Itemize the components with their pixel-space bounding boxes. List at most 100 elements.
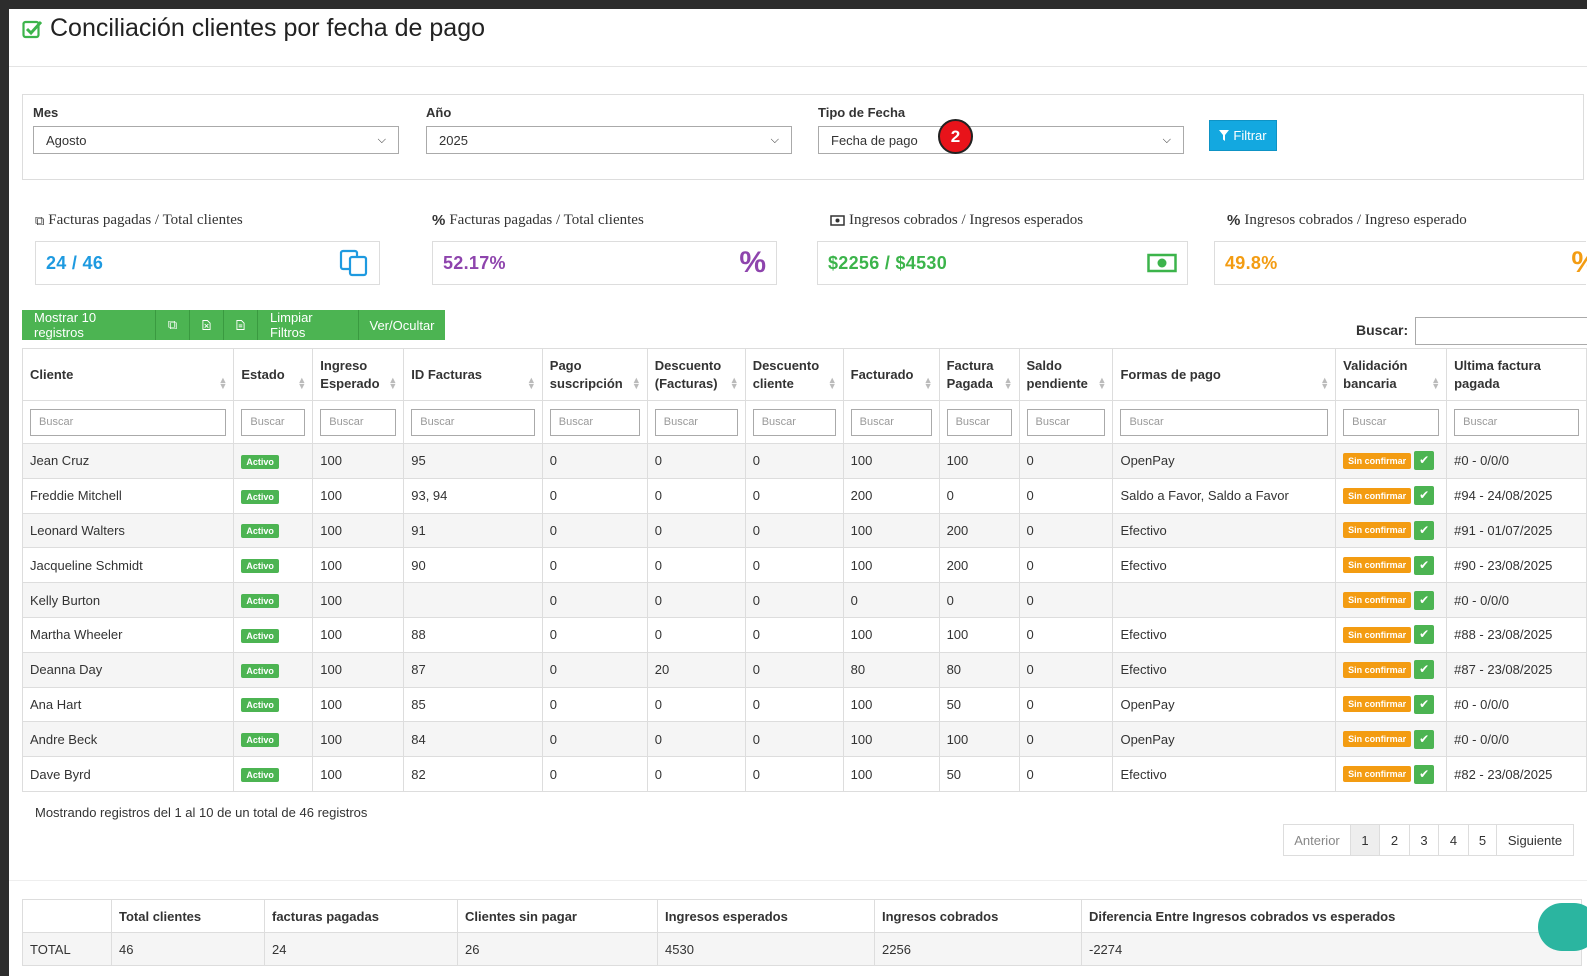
anio-select[interactable]: 2025 ⌵ — [426, 126, 792, 154]
tipo-fecha-label: Tipo de Fecha — [818, 105, 906, 120]
column-header[interactable]: ID Facturas ▲ ▼ — [403, 348, 543, 401]
invoice-ids-cell — [403, 582, 543, 618]
column-filter-cell: Buscar — [744, 400, 844, 444]
pagination-page[interactable]: 2 — [1380, 825, 1410, 855]
column-filter-input[interactable]: Buscar — [850, 408, 932, 436]
pagination-page[interactable]: 5 — [1469, 825, 1497, 855]
table-row[interactable]: Deanna Day Activo 100 87 0 20 0 80 80 0 Efectivo Si… — [21, 651, 1587, 688]
confirm-check-icon[interactable]: ✔ — [1414, 625, 1435, 645]
copy-icon — [339, 249, 368, 277]
column-header[interactable]: Formas de pago ▲ ▼ — [1112, 348, 1337, 401]
copy-button[interactable]: ⧉ — [156, 310, 190, 340]
pagination-page[interactable]: 1 — [1351, 825, 1380, 855]
column-header[interactable]: Descuento cliente ▲ ▼ — [744, 348, 844, 401]
invoice-discount-cell: 0 — [646, 582, 746, 618]
column-header-label: Ultima factura pagada — [1454, 357, 1541, 391]
show-records-button[interactable]: Mostrar 10 registros — [22, 310, 156, 340]
confirm-check-icon[interactable]: ✔ — [1414, 520, 1435, 540]
pagination-prev[interactable]: Anterior — [1284, 825, 1351, 855]
column-filter-input[interactable]: Buscar — [1454, 408, 1579, 436]
invoice-discount-cell: 0 — [646, 477, 746, 514]
table-row[interactable]: Jean Cruz Activo 100 95 0 0 0 100 100 0 OpenPay Sin… — [21, 443, 1587, 479]
clients-table: Cliente ▲ ▼ Estado ▲ ▼ Ingreso Esperado ▲ ▼ ID Fa… — [21, 348, 1587, 792]
column-header[interactable]: Factura Pagada ▲ ▼ — [938, 348, 1020, 401]
subscription-payment-cell: 0 — [541, 616, 648, 653]
bank-validation-cell: Sin confirmar ✔ — [1335, 547, 1448, 584]
table-row[interactable]: Martha Wheeler Activo 100 88 0 0 0 100 100 0 Efect… — [21, 616, 1587, 653]
column-filter-input[interactable]: Buscar — [752, 408, 836, 436]
mes-select[interactable]: Agosto ⌵ — [33, 126, 399, 154]
column-header[interactable]: Facturado ▲ ▼ — [842, 348, 940, 401]
pagination: Anterior 1 2 3 4 5 Siguiente — [1283, 824, 1574, 856]
invoice-ids-cell: 93, 94 — [403, 477, 543, 514]
subscription-payment-cell: 0 — [541, 651, 648, 688]
column-filter-input[interactable]: Buscar — [241, 408, 306, 436]
table-row[interactable]: Dave Byrd Activo 100 82 0 0 0 100 50 0 Efectivo Sin… — [21, 756, 1587, 792]
table-row[interactable]: Andre Beck Activo 100 84 0 0 0 100 100 0 OpenPay Si… — [21, 721, 1587, 758]
invoice-discount-cell: 0 — [646, 616, 746, 653]
totals-header: facturas pagadas — [264, 899, 458, 933]
bank-validation-cell: Sin confirmar ✔ — [1335, 686, 1448, 723]
column-header[interactable]: Validación bancaria ▲ ▼ — [1335, 348, 1448, 401]
search-label: Buscar: — [1356, 322, 1409, 338]
table-row[interactable]: Freddie Mitchell Activo 100 93, 94 0 0 0 200 0 0 S… — [21, 477, 1587, 514]
pagination-page[interactable]: 3 — [1410, 825, 1439, 855]
column-header[interactable]: Estado ▲ ▼ — [233, 348, 314, 401]
stat-paid-invoices-value: 24 / 46 — [46, 252, 104, 273]
column-header[interactable]: Saldo pendiente ▲ ▼ — [1018, 348, 1114, 401]
sort-icon: ▲ ▼ — [729, 375, 739, 391]
status-badge: Activo — [241, 524, 279, 539]
search-input[interactable] — [1415, 317, 1587, 345]
window-top-bar — [0, 0, 1587, 9]
column-filter-input[interactable]: Buscar — [30, 408, 227, 436]
confirm-check-icon[interactable]: ✔ — [1414, 590, 1435, 610]
column-filter-input[interactable]: Buscar — [320, 408, 397, 436]
confirm-check-icon[interactable]: ✔ — [1414, 729, 1435, 749]
expected-income-cell: 100 — [312, 582, 405, 618]
confirm-check-icon[interactable]: ✔ — [1414, 555, 1435, 575]
stat-income-box: $2256 / $4530 — [817, 241, 1188, 285]
page-title-text: Conciliación clientes por fecha de pago — [50, 14, 485, 42]
pagination-next[interactable]: Siguiente — [1497, 825, 1573, 855]
confirm-check-icon[interactable]: ✔ — [1414, 694, 1435, 714]
column-header[interactable]: Ultima factura pagada — [1446, 348, 1587, 401]
status-cell: Activo — [233, 651, 314, 688]
status-cell: Activo — [233, 686, 314, 723]
pagination-page[interactable]: 4 — [1439, 825, 1469, 855]
column-filter-input[interactable]: Buscar — [654, 408, 738, 436]
confirm-check-icon[interactable]: ✔ — [1414, 660, 1435, 680]
window-left-bar — [0, 0, 9, 976]
csv-button[interactable] — [224, 310, 258, 340]
table-row[interactable]: Kelly Burton Activo 100 0 0 0 0 0 0 Sin confirmar… — [21, 582, 1587, 618]
confirm-check-icon[interactable]: ✔ — [1414, 764, 1435, 784]
column-filter-input[interactable]: Buscar — [1343, 408, 1440, 436]
excel-button[interactable] — [190, 310, 224, 340]
filter-button[interactable]: Filtrar — [1209, 120, 1277, 151]
payment-methods-cell: Saldo a Favor, Saldo a Favor — [1112, 477, 1337, 514]
column-filter-input[interactable]: Buscar — [1120, 408, 1329, 436]
unconfirmed-badge: Sin confirmar — [1343, 452, 1412, 469]
chat-widget-button[interactable] — [1538, 903, 1587, 951]
confirm-check-icon[interactable]: ✔ — [1414, 486, 1435, 506]
bank-validation-cell: Sin confirmar ✔ — [1335, 651, 1448, 688]
column-header[interactable]: Descuento (Facturas) ▲ ▼ — [646, 348, 746, 401]
column-header[interactable]: Pago suscripción ▲ ▼ — [541, 348, 648, 401]
column-filter-input[interactable]: Buscar — [411, 408, 535, 436]
clear-filters-button[interactable]: Limpiar Filtros — [258, 310, 359, 340]
stat-label-text: Ingresos cobrados / Ingreso esperado — [1244, 212, 1467, 228]
billed-cell: 100 — [842, 721, 940, 758]
column-filter-input[interactable]: Buscar — [549, 408, 640, 436]
billed-cell: 200 — [842, 477, 940, 514]
table-row[interactable]: Leonard Walters Activo 100 91 0 0 0 100 200 0 Efec… — [21, 512, 1587, 549]
table-row[interactable]: Ana Hart Activo 100 85 0 0 0 100 50 0 OpenPay Sin c… — [21, 686, 1587, 723]
column-filter-input[interactable]: Buscar — [946, 408, 1012, 436]
column-header[interactable]: Cliente ▲ ▼ — [21, 348, 235, 401]
column-filter-input[interactable]: Buscar — [1026, 408, 1106, 436]
column-header-label: Validación bancaria — [1343, 357, 1408, 391]
column-visibility-button[interactable]: Ver/Ocultar — [359, 310, 445, 340]
table-row[interactable]: Jacqueline Schmidt Activo 100 90 0 0 0 100 200 0 E… — [21, 547, 1587, 584]
column-header[interactable]: Ingreso Esperado ▲ ▼ — [312, 348, 405, 401]
tipo-fecha-select[interactable]: Fecha de pago ⌵ — [818, 126, 1184, 154]
confirm-check-icon[interactable]: ✔ — [1414, 451, 1435, 471]
last-paid-invoice-cell: #94 - 24/08/2025 — [1446, 477, 1587, 514]
